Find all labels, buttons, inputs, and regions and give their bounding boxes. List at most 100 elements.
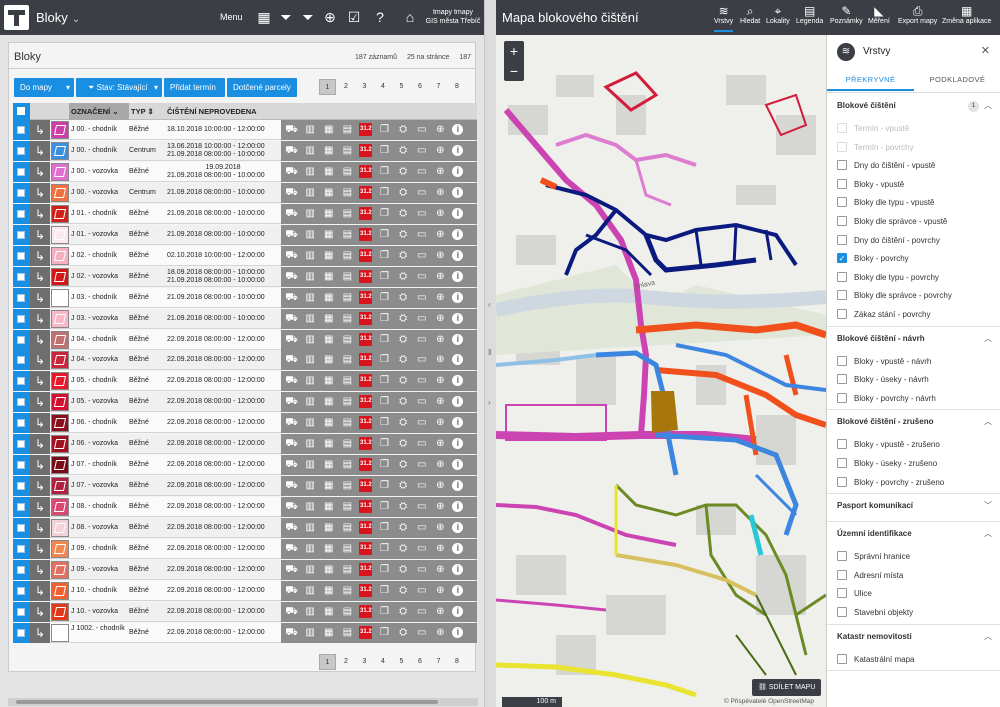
- truck-icon[interactable]: ⛟: [285, 249, 298, 262]
- sign-icon[interactable]: ▦: [322, 207, 335, 220]
- calendar-icon[interactable]: ▤: [341, 500, 354, 513]
- row-checkbox[interactable]: [13, 287, 30, 308]
- info-icon[interactable]: i: [452, 124, 464, 135]
- table-row[interactable]: ↳ J 04. - chodník Běžné 22.09.2018 08:00:00…: [13, 329, 477, 350]
- calendar-icon[interactable]: ▤: [341, 165, 354, 178]
- info-icon[interactable]: i: [452, 584, 464, 596]
- menu-button[interactable]: Menu: [220, 12, 243, 22]
- info-icon[interactable]: i: [452, 501, 464, 513]
- row-checkbox[interactable]: [13, 497, 30, 518]
- info-icon[interactable]: i: [452, 207, 464, 219]
- page-button[interactable]: 2: [338, 79, 355, 95]
- checkbox-box[interactable]: [17, 440, 25, 449]
- row-expand-icon[interactable]: ↳: [30, 371, 50, 392]
- barrier-icon[interactable]: ▥: [304, 584, 317, 597]
- to-map-button[interactable]: Do mapy ▾: [14, 78, 74, 97]
- schedule-icon[interactable]: ⛭: [397, 207, 410, 220]
- row-checkbox[interactable]: [13, 120, 30, 140]
- row-checkbox[interactable]: [13, 308, 30, 329]
- sign-icon[interactable]: ▦: [322, 395, 335, 408]
- sign-icon[interactable]: ▦: [322, 291, 335, 304]
- row-expand-icon[interactable]: ↳: [30, 476, 50, 497]
- truck-icon[interactable]: ⛟: [285, 144, 298, 157]
- table-row[interactable]: ↳ J 02. - chodník Běžné 02.10.2018 10:00:00…: [13, 245, 477, 266]
- checkbox-box[interactable]: [17, 398, 25, 407]
- checkbox-box[interactable]: [17, 524, 25, 533]
- truck-icon[interactable]: ⛟: [285, 353, 298, 366]
- page-button[interactable]: 7: [430, 79, 447, 95]
- select-all-checkbox[interactable]: [13, 103, 30, 120]
- table-row[interactable]: ↳ J 03. - vozovka Běžné 21.09.2018 08:00:00…: [13, 308, 477, 329]
- filter-icon[interactable]: ⏷: [278, 9, 294, 25]
- layer-item[interactable]: ✓ Bloky - povrchy: [827, 249, 1000, 267]
- info-icon[interactable]: i: [452, 522, 464, 534]
- row-checkbox[interactable]: [13, 182, 30, 203]
- table-row[interactable]: ↳ J 08. - vozovka Běžné 22.09.2018 08:00:00…: [13, 518, 477, 539]
- calendar-stop-icon[interactable]: 31.2: [359, 143, 373, 157]
- row-checkbox[interactable]: [13, 140, 30, 161]
- documents-icon[interactable]: ❐: [378, 584, 391, 597]
- info-icon[interactable]: i: [452, 459, 464, 471]
- barrier-icon[interactable]: ▥: [304, 563, 317, 576]
- sign-icon[interactable]: ▦: [322, 479, 335, 492]
- layer-checkbox[interactable]: [837, 569, 847, 580]
- globe-icon[interactable]: ⊕: [434, 312, 447, 325]
- calendar-stop-icon[interactable]: 31.2: [359, 395, 373, 409]
- globe-icon[interactable]: ⊕: [434, 353, 447, 366]
- globe-icon[interactable]: ⊕: [434, 437, 447, 450]
- truck-icon[interactable]: ⛟: [285, 584, 298, 597]
- calendar-icon[interactable]: ▤: [341, 374, 354, 387]
- truck-icon[interactable]: ⛟: [285, 207, 298, 220]
- row-expand-icon[interactable]: ↳: [30, 120, 50, 140]
- drag-handle-icon[interactable]: ‖: [488, 348, 491, 357]
- truck-icon[interactable]: ⛟: [285, 458, 298, 471]
- row-expand-icon[interactable]: ↳: [30, 287, 50, 308]
- calendar-stop-icon[interactable]: 31.2: [359, 562, 373, 576]
- barrier-icon[interactable]: ▥: [304, 374, 317, 387]
- sign-icon[interactable]: ▦: [322, 416, 335, 429]
- row-checkbox[interactable]: [13, 161, 30, 182]
- calendar-icon[interactable]: ▤: [341, 144, 354, 157]
- table-row[interactable]: ↳ J 10. - chodník Běžné 22.09.2018 08:00:00…: [13, 580, 477, 601]
- row-checkbox[interactable]: [13, 245, 30, 266]
- documents-icon[interactable]: ❐: [378, 416, 391, 429]
- checkbox-box[interactable]: [17, 188, 25, 197]
- folder-icon[interactable]: ▭: [415, 521, 428, 534]
- calendar-stop-icon[interactable]: 31.2: [359, 248, 373, 262]
- layer-checkbox[interactable]: [837, 178, 847, 189]
- expand-right-icon[interactable]: ›: [488, 398, 491, 407]
- globe-icon[interactable]: ⊕: [434, 584, 447, 597]
- barrier-icon[interactable]: ▥: [304, 144, 317, 157]
- documents-icon[interactable]: ❐: [378, 374, 391, 387]
- calendar-stop-icon[interactable]: 31.2: [359, 625, 373, 639]
- schedule-icon[interactable]: ⛭: [397, 542, 410, 555]
- sign-icon[interactable]: ▦: [322, 500, 335, 513]
- schedule-icon[interactable]: ⛭: [397, 291, 410, 304]
- documents-icon[interactable]: ❐: [378, 563, 391, 576]
- layer-item[interactable]: Bloky - úseky - návrh: [827, 370, 1000, 388]
- add-term-button[interactable]: Přidat termín: [164, 78, 225, 97]
- row-checkbox[interactable]: [13, 371, 30, 392]
- barrier-icon[interactable]: ▥: [304, 437, 317, 450]
- layer-checkbox[interactable]: ✓: [837, 253, 847, 264]
- checkbox-box[interactable]: [17, 335, 25, 344]
- barrier-icon[interactable]: ▥: [304, 228, 317, 241]
- calendar-icon[interactable]: ▤: [341, 416, 354, 429]
- layer-checkbox[interactable]: [837, 653, 847, 664]
- toolbar-legend[interactable]: ▤ Legenda: [796, 4, 823, 32]
- layer-item[interactable]: Správní hranice: [827, 547, 1000, 565]
- table-row[interactable]: ↳ J 10. - vozovka Běžné 22.09.2018 08:00:00…: [13, 601, 477, 622]
- chevron-up-icon[interactable]: ︿: [984, 100, 992, 111]
- module-switcher[interactable]: Bloky ⌄: [36, 10, 80, 25]
- barrier-icon[interactable]: ▥: [304, 626, 317, 639]
- layer-group[interactable]: Blokové čištění - zrušeno ︿: [827, 413, 1000, 431]
- schedule-icon[interactable]: ⛭: [397, 626, 410, 639]
- map-canvas[interactable]: Jihlava + − ⛓ SDÍLET MAPU 100 m © Přispě…: [496, 35, 826, 707]
- barrier-icon[interactable]: ▥: [304, 542, 317, 555]
- info-icon[interactable]: i: [452, 228, 464, 240]
- documents-icon[interactable]: ❐: [378, 479, 391, 492]
- toolbar-ruler[interactable]: ◣ Měření: [868, 4, 890, 32]
- documents-icon[interactable]: ❐: [378, 312, 391, 325]
- documents-icon[interactable]: ❐: [378, 353, 391, 366]
- globe-icon[interactable]: ⊕: [434, 563, 447, 576]
